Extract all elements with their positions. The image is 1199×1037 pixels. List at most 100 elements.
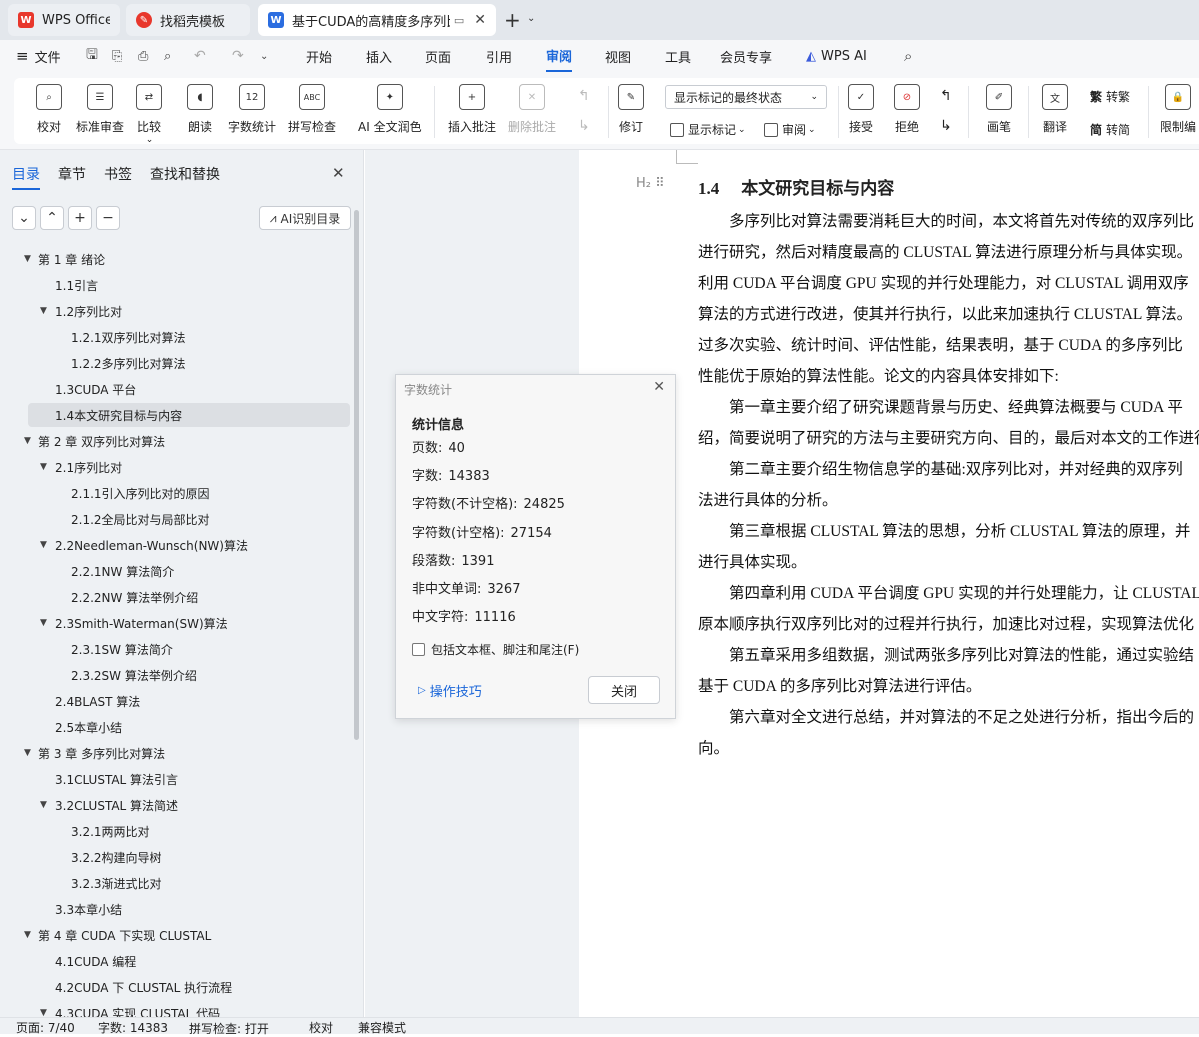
expand-arrow-icon[interactable]: ▼ [40,1008,47,1017]
status-words[interactable]: 字数: 14383 [98,1019,168,1036]
next-change-icon[interactable]: ↳ [940,118,952,134]
status-proof[interactable]: 校对 [309,1019,333,1036]
toc-item[interactable]: 1.2.1双序列比对算法 [0,325,352,349]
search-icon[interactable]: ⌕ [904,40,912,72]
next-comment-icon[interactable]: ↳ [578,118,590,134]
track-changes-button[interactable]: ✎ 修订 [618,84,644,135]
toc-item[interactable]: ▼ 4.3CUDA 实现 CLUSTAL 代码 [0,1001,352,1018]
menu-page[interactable]: 页面 [425,40,451,72]
menu-insert[interactable]: 插入 [366,40,392,72]
tab-toc[interactable]: 目录 [12,164,40,190]
toc-item[interactable]: 2.1.2全局比对与局部比对 [0,507,352,531]
word-count-button[interactable]: 12 字数统计 [228,84,276,135]
toc-item[interactable]: 1.2.2多序列比对算法 [0,351,352,375]
print-preview-icon[interactable]: ⌕ [164,40,171,72]
menu-review[interactable]: 审阅 [546,40,573,72]
restrict-edit-button[interactable]: 🔒 限制编 [1160,84,1196,135]
tab-find-replace[interactable]: 查找和替换 [150,164,220,184]
expand-arrow-icon[interactable]: ▼ [40,618,47,628]
toc-item[interactable]: 1.4本文研究目标与内容 [28,403,350,427]
dialog-close-icon[interactable]: ✕ [653,379,665,395]
expand-arrow-icon[interactable]: ▼ [40,306,47,316]
collapse-icon[interactable]: ⌄ [12,206,36,230]
toc-item[interactable]: 4.1CUDA 编程 [0,949,352,973]
to-simplified-button[interactable]: 简转简 [1090,121,1130,138]
expand-arrow-icon[interactable]: ▼ [40,462,47,472]
status-page[interactable]: 页面: 7/40 [16,1019,75,1036]
pen-button[interactable]: ✐ 画笔 [986,84,1012,135]
new-tab-plus-icon[interactable]: + [504,8,521,32]
tab-template[interactable]: ✎ 找稻壳模板 [126,4,250,36]
save-icon[interactable]: 🖫 [86,40,98,72]
menu-tools[interactable]: 工具 [665,40,691,72]
show-markup-button[interactable]: 显示标记 ⌄ [670,121,746,138]
expand-up-icon[interactable]: ⌃ [40,206,64,230]
prev-comment-icon[interactable]: ↰ [578,88,590,104]
expand-arrow-icon[interactable]: ▼ [24,748,31,758]
tab-wps-office[interactable]: W WPS Office [8,4,120,36]
expand-arrow-icon[interactable]: ▼ [24,436,31,446]
screen-icon[interactable]: ▭ [454,14,464,27]
translate-button[interactable]: 文 翻译 [1042,84,1068,135]
expand-arrow-icon[interactable]: ▼ [24,930,31,940]
toc-item[interactable]: 3.1CLUSTAL 算法引言 [0,767,352,791]
tab-close-icon[interactable]: ✕ [474,12,486,28]
toc-item[interactable]: 1.1引言 [0,273,352,297]
wps-ai-button[interactable]: ◭ WPS AI [806,40,867,72]
toc-item[interactable]: 3.3本章小结 [0,897,352,921]
pane-scrollbar[interactable] [354,210,359,740]
toc-item[interactable]: ▼ 1.2序列比对 [0,299,352,323]
toc-item[interactable]: 1.3CUDA 平台 [0,377,352,401]
ai-toc-button[interactable]: ⩘ AI识别目录 [259,206,351,230]
print-icon[interactable]: ⎙ [138,40,148,72]
toc-item[interactable]: 3.2.2构建向导树 [0,845,352,869]
tips-link[interactable]: ▷ 操作技巧 [418,681,482,700]
toc-item[interactable]: 2.1.1引入序列比对的原因 [0,481,352,505]
heading-level-icon[interactable]: H₂ ⠿ [636,176,665,191]
toc-item[interactable]: ▼ 第 1 章 绪论 [0,247,352,271]
tab-bookmarks[interactable]: 书签 [104,164,132,184]
toc-item[interactable]: 2.5本章小结 [0,715,352,739]
export-icon[interactable]: ⎘ [112,40,122,72]
accept-button[interactable]: ✓ 接受 [848,84,874,135]
delete-comment-button[interactable]: ✕ 删除批注 [508,84,556,135]
toc-item[interactable]: ▼ 第 4 章 CUDA 下实现 CLUSTAL [0,923,352,947]
reject-button[interactable]: ⊘ 拒绝 [894,84,920,135]
redo-icon[interactable]: ↷ [232,40,244,72]
tab-list-chevron-icon[interactable]: ⌄ [527,13,535,24]
toc-item[interactable]: ▼ 第 2 章 双序列比对算法 [0,429,352,453]
close-pane-icon[interactable]: ✕ [332,164,345,182]
markup-mode-select[interactable]: 显示标记的最终状态 ⌄ [665,85,827,109]
read-aloud-button[interactable]: ◖ 朗读 [187,84,213,135]
expand-arrow-icon[interactable]: ▼ [40,800,47,810]
expand-arrow-icon[interactable]: ▼ [40,540,47,550]
expand-arrow-icon[interactable]: ▼ [24,254,31,264]
compare-button[interactable]: ⇄ 比较 ⌄ [136,84,162,145]
toc-item[interactable]: ▼ 2.1序列比对 [0,455,352,479]
toc-item[interactable]: 4.2CUDA 下 CLUSTAL 执行流程 [0,975,352,999]
standard-review-button[interactable]: ☰ 标准审查 [76,84,124,135]
insert-comment-button[interactable]: + 插入批注 [448,84,496,135]
menu-start[interactable]: 开始 [306,40,332,72]
menu-member[interactable]: 会员专享 [720,40,772,72]
undo-icon[interactable]: ↶ [194,40,206,72]
ai-polish-button[interactable]: ✦ AI 全文润色 [358,84,422,135]
toc-item[interactable]: 2.2.1NW 算法简介 [0,559,352,583]
toc-item[interactable]: 2.4BLAST 算法 [0,689,352,713]
toc-item[interactable]: 3.2.1两两比对 [0,819,352,843]
file-menu[interactable]: ≡ 文件 [16,40,61,72]
toc-item[interactable]: 2.3.2SW 算法举例介绍 [0,663,352,687]
quick-access-chevron-icon[interactable]: ⌄ [260,40,268,72]
menu-view[interactable]: 视图 [605,40,631,72]
toc-item[interactable]: ▼ 2.2Needleman-Wunsch(NW)算法 [0,533,352,557]
toc-item[interactable]: ▼ 3.2CLUSTAL 算法简述 [0,793,352,817]
add-heading-icon[interactable]: + [68,206,92,230]
review-pane-button[interactable]: 审阅 ⌄ [764,121,816,138]
menu-reference[interactable]: 引用 [486,40,512,72]
tab-document[interactable]: W 基于CUDA的高精度多序列比 ▭ ✕ [258,4,496,36]
close-button[interactable]: 关闭 [588,676,660,704]
toc-item[interactable]: 2.3.1SW 算法简介 [0,637,352,661]
remove-heading-icon[interactable]: − [96,206,120,230]
toc-item[interactable]: 3.2.3渐进式比对 [0,871,352,895]
tab-sections[interactable]: 章节 [58,164,86,184]
